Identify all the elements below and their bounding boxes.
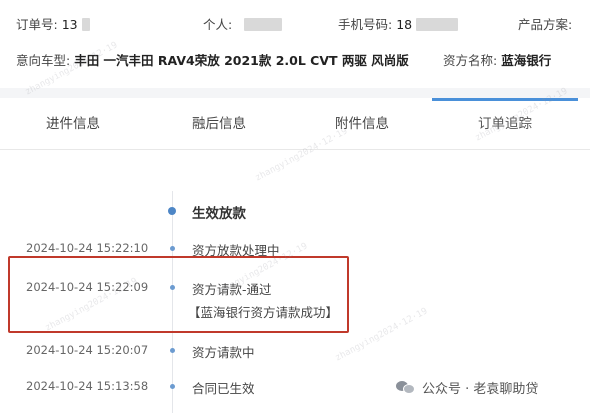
product-label: 产品方案: <box>518 17 573 32</box>
tab-bar: 进件信息 融后信息 附件信息 订单追踪 <box>0 98 590 150</box>
wechat-label: 公众号 · 老袁聊助贷 <box>422 381 539 397</box>
tab-post-loan-info[interactable]: 融后信息 <box>146 98 292 150</box>
vehicle-label: 意向车型: <box>16 53 71 68</box>
timeline-node <box>170 348 175 353</box>
timeline-section-title: 生效放款 <box>192 206 246 222</box>
timeline-node <box>170 384 175 389</box>
event-time: 2024-10-24 15:22:10 <box>26 241 149 255</box>
event-text: 资方请款中 <box>192 345 255 360</box>
event-time: 2024-10-24 15:13:58 <box>26 379 149 393</box>
funder-field: 资方名称: 蓝海银行 <box>443 50 551 69</box>
section-divider <box>0 88 590 98</box>
redacted-mask <box>81 18 90 31</box>
tab-order-tracking[interactable]: 订单追踪 <box>432 98 578 150</box>
wechat-source-badge: 公众号 · 老袁聊助贷 <box>390 374 545 400</box>
timeline-node <box>170 246 175 251</box>
event-text: 合同已生效 <box>192 381 255 396</box>
order-no-value: 13 <box>61 17 78 32</box>
vehicle-field: 意向车型: 丰田 一汽丰田 RAV4荣放 2021款 2.0L CVT 两驱 风… <box>16 50 409 69</box>
vehicle-value: 丰田 一汽丰田 RAV4荣放 2021款 2.0L CVT 两驱 风尚版 <box>74 53 409 68</box>
event-time: 2024-10-24 15:20:07 <box>26 343 149 357</box>
timeline-node-major <box>168 207 176 215</box>
funder-value: 蓝海银行 <box>501 53 552 68</box>
order-info-header: 订单号: 13 个人: 手机号码: 18 产品方案: 意向车型: 丰田 一汽丰田… <box>0 0 590 88</box>
product-field: 产品方案: <box>518 14 572 33</box>
person-field: 个人: <box>203 14 283 33</box>
tab-application-info[interactable]: 进件信息 <box>0 98 146 150</box>
order-no-label: 订单号: <box>16 17 58 32</box>
phone-field: 手机号码: 18 <box>338 14 459 33</box>
order-no-field: 订单号: 13 <box>16 14 90 33</box>
highlight-box <box>8 256 349 333</box>
phone-value: 18 <box>396 17 413 32</box>
redacted-mask <box>244 18 283 31</box>
phone-label: 手机号码: <box>338 17 393 32</box>
funder-label: 资方名称: <box>443 53 498 68</box>
redacted-mask <box>416 18 459 31</box>
person-label: 个人: <box>203 17 233 32</box>
tab-attachment-info[interactable]: 附件信息 <box>292 98 432 150</box>
wechat-icon <box>396 379 416 395</box>
